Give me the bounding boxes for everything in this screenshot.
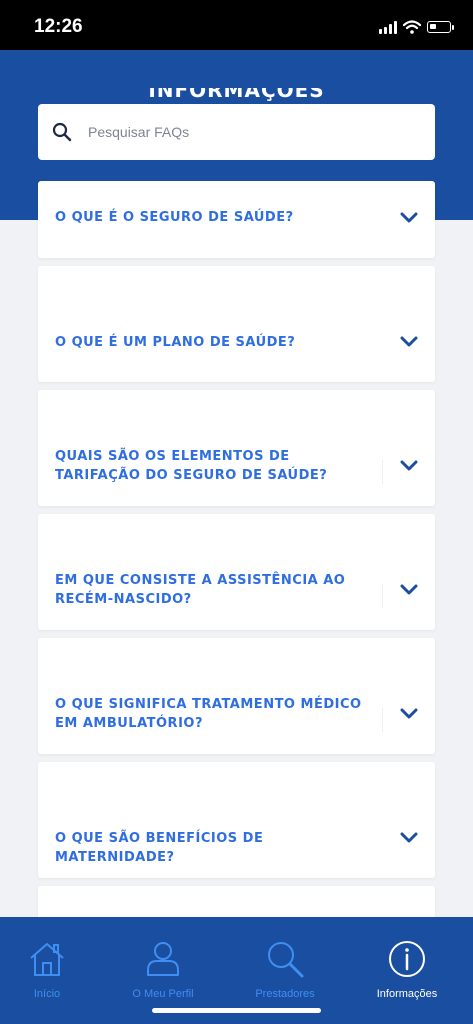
- search-bar[interactable]: [38, 104, 435, 160]
- tab-label: Prestadores: [255, 988, 315, 1000]
- chevron-down-icon[interactable]: [400, 460, 418, 472]
- home-indicator[interactable]: [152, 1008, 321, 1013]
- tab-informacoes[interactable]: Informações: [348, 917, 466, 1024]
- chevron-down-icon[interactable]: [400, 584, 418, 596]
- chevron-down-icon[interactable]: [400, 832, 418, 844]
- search-input[interactable]: [86, 123, 390, 141]
- chevron-down-icon[interactable]: [400, 336, 418, 348]
- home-icon: [30, 943, 64, 976]
- faq-question: O QUE SIGNIFICA TRATAMENTO MÉDICO EM AMB…: [55, 697, 362, 731]
- faq-question: EM QUE CONSISTE A ASSISTÊNCIA AO RECÉM-N…: [55, 573, 346, 607]
- faq-item[interactable]: O QUE É O SEGURO DE SAÚDE?: [38, 181, 435, 258]
- status-time: 12:26: [34, 16, 83, 37]
- divider: [382, 460, 383, 484]
- faq-item[interactable]: QUAIS SÃO OS ELEMENTOS DE TARIFAÇÃO DO S…: [38, 390, 435, 506]
- faq-item[interactable]: O QUE SÃO BENEFÍCIOS DE MATERNIDADE?: [38, 762, 435, 878]
- divider: [382, 584, 383, 608]
- battery-icon: [427, 21, 454, 33]
- faq-item[interactable]: EM QUE CONSISTE A ASSISTÊNCIA AO RECÉM-N…: [38, 514, 435, 630]
- wifi-icon: [403, 20, 421, 34]
- faq-question: O QUE SÃO BENEFÍCIOS DE MATERNIDADE?: [55, 831, 264, 865]
- faq-item[interactable]: O QUE É UM PLANO DE SAÚDE?: [38, 266, 435, 382]
- info-icon: [389, 941, 425, 977]
- chevron-down-icon[interactable]: [400, 212, 418, 224]
- faq-item[interactable]: O QUE SIGNIFICA TRATAMENTO MÉDICO EM AMB…: [38, 638, 435, 754]
- search-icon: [52, 122, 72, 142]
- faq-question: O QUE É O SEGURO DE SAÚDE?: [55, 210, 294, 225]
- tab-label: Informações: [376, 988, 438, 1000]
- search-icon: [268, 942, 304, 978]
- status-icons: [379, 19, 454, 35]
- status-bar: 12:26: [0, 0, 473, 50]
- cellular-signal-icon: [379, 20, 397, 34]
- faq-question: QUAIS SÃO OS ELEMENTOS DE TARIFAÇÃO DO S…: [55, 449, 328, 483]
- chevron-down-icon[interactable]: [400, 708, 418, 720]
- faq-question: O QUE É UM PLANO DE SAÚDE?: [55, 335, 296, 350]
- divider: [382, 708, 383, 732]
- tab-inicio[interactable]: Início: [0, 917, 106, 1024]
- user-icon: [147, 942, 179, 976]
- tab-label: Início: [33, 988, 61, 1000]
- tab-label: O Meu Perfil: [132, 988, 194, 1000]
